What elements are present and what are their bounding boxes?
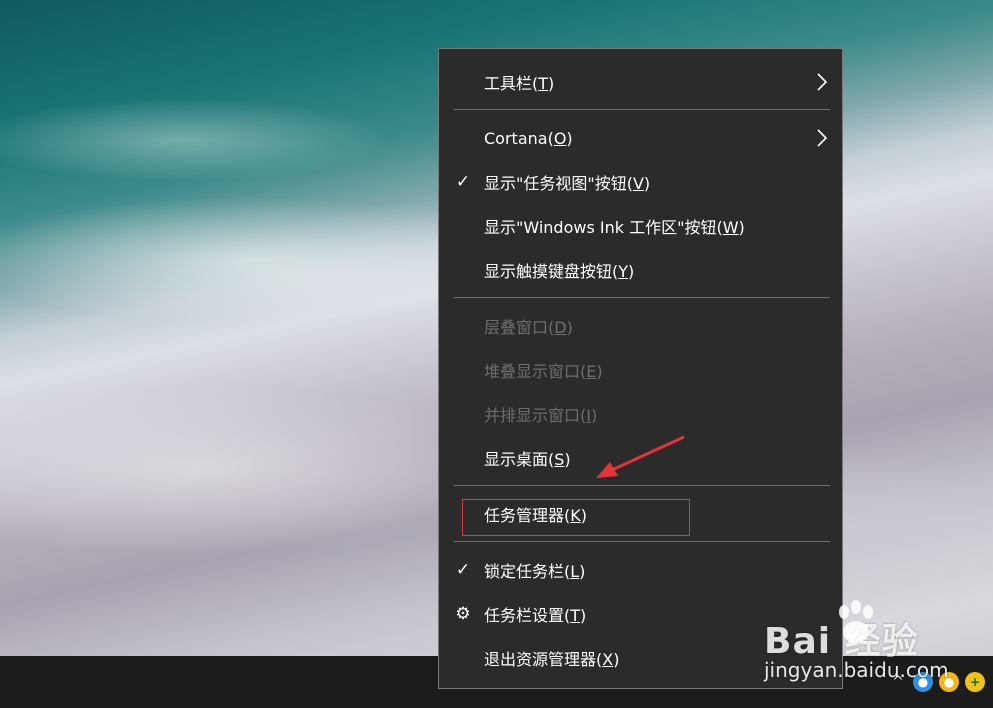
menu-item-label: 显示"Windows Ink 工作区"按钮(W): [484, 218, 745, 237]
menu-item-cortana[interactable]: Cortana(O): [439, 116, 842, 160]
menu-separator: [453, 485, 830, 486]
menu-item-label: 并排显示窗口(I): [484, 406, 598, 425]
annotation-highlight-box: [462, 499, 690, 536]
gear-icon: ⚙: [455, 604, 471, 624]
menu-item-stack-windows: 堆叠显示窗口(E): [439, 348, 842, 392]
check-mark-icon: ✓: [455, 560, 471, 580]
menu-item-show-task-view-button[interactable]: ✓ 显示"任务视图"按钮(V): [439, 160, 842, 204]
menu-item-label: 层叠窗口(D): [484, 318, 573, 337]
menu-item-label: Cortana(O): [484, 128, 573, 148]
baidu-jingyan-watermark: Bai 经验 jingyan.baidu.com: [764, 598, 989, 688]
submenu-chevron-right-icon: [817, 129, 828, 147]
menu-separator: [453, 541, 830, 542]
menu-item-label: 显示桌面(S): [484, 450, 571, 469]
menu-item-label: 显示触摸键盘按钮(Y): [484, 262, 635, 281]
menu-item-label: 锁定任务栏(L): [484, 562, 586, 581]
menu-item-lock-taskbar[interactable]: ✓ 锁定任务栏(L): [439, 548, 842, 592]
menu-item-label: 退出资源管理器(X): [484, 650, 620, 669]
menu-item-side-by-side-windows: 并排显示窗口(I): [439, 392, 842, 436]
baidu-paw-logo-icon: [839, 600, 873, 643]
watermark-url: jingyan.baidu.com: [764, 658, 949, 682]
menu-item-show-windows-ink-button[interactable]: 显示"Windows Ink 工作区"按钮(W): [439, 204, 842, 248]
annotation-arrow-icon: [596, 435, 685, 478]
menu-item-label: 堆叠显示窗口(E): [484, 362, 603, 381]
menu-separator: [453, 297, 830, 298]
menu-item-label: 显示"任务视图"按钮(V): [484, 174, 651, 193]
menu-item-label: 任务栏设置(T): [484, 606, 587, 625]
submenu-chevron-right-icon: [817, 73, 828, 91]
menu-item-toolbars[interactable]: 工具栏(T): [439, 60, 842, 104]
menu-separator: [453, 109, 830, 110]
taskbar-context-menu: 工具栏(T) Cortana(O) ✓ 显示"任务视图"按钮(V) 显示"Win…: [438, 48, 843, 689]
check-mark-icon: ✓: [455, 172, 471, 192]
menu-item-label: 工具栏(T): [484, 74, 555, 93]
menu-item-cascade-windows: 层叠窗口(D): [439, 304, 842, 348]
menu-item-show-touch-keyboard-button[interactable]: 显示触摸键盘按钮(Y): [439, 248, 842, 292]
